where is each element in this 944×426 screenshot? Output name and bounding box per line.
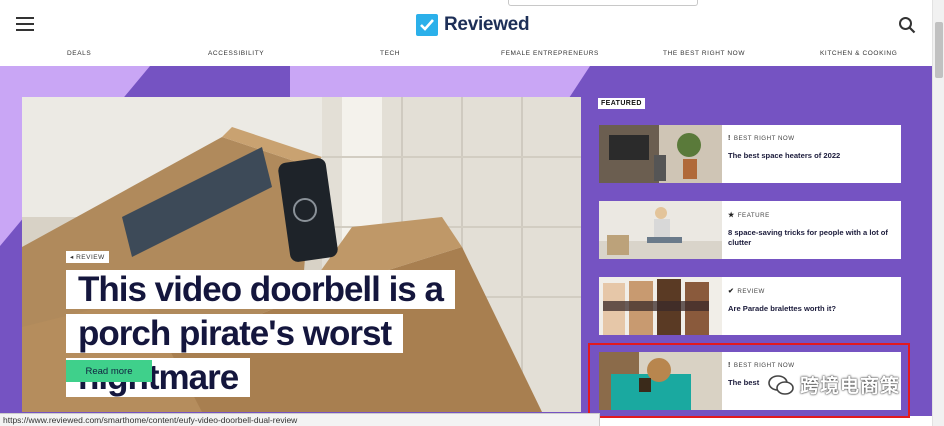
card-image bbox=[599, 352, 722, 410]
card-type: ! BEST RIGHT NOW bbox=[728, 362, 795, 369]
category-nav: DEALS ACCESSIBILITY TECH FEMALE ENTREPRE… bbox=[0, 48, 932, 66]
nav-the-best-right-now[interactable]: THE BEST RIGHT NOW bbox=[663, 50, 745, 57]
menu-icon[interactable] bbox=[16, 17, 34, 31]
exclamation-icon: ! bbox=[728, 135, 731, 142]
vertical-scrollbar[interactable] bbox=[932, 0, 944, 426]
card-image bbox=[599, 277, 722, 335]
card-type: ! BEST RIGHT NOW bbox=[728, 135, 795, 142]
card-title: 8 space-saving tricks for people with a … bbox=[728, 228, 888, 247]
featured-card-4[interactable]: ! BEST RIGHT NOW The best bbox=[599, 352, 901, 410]
logo-text: Reviewed bbox=[444, 14, 530, 35]
site-logo[interactable]: Reviewed bbox=[416, 13, 530, 37]
site-header: Reviewed bbox=[0, 0, 932, 48]
nav-female-entrepreneurs[interactable]: FEMALE ENTREPRENEURS bbox=[501, 50, 599, 57]
featured-card-1[interactable]: ! BEST RIGHT NOW The best space heaters o… bbox=[599, 125, 901, 183]
card-title: The best bbox=[728, 378, 760, 387]
popup-edge bbox=[508, 0, 698, 6]
search-icon[interactable] bbox=[898, 16, 916, 34]
featured-label: FEATURED bbox=[598, 98, 645, 109]
hero-tag: ◂ REVIEW bbox=[66, 251, 109, 263]
check-logo-icon bbox=[416, 14, 438, 36]
check-icon: ✔ bbox=[728, 288, 735, 295]
card-type: ✔ REVIEW bbox=[728, 287, 765, 296]
card-title: The best space heaters of 2022 bbox=[728, 151, 841, 160]
card-image bbox=[599, 125, 722, 183]
nav-kitchen-cooking[interactable]: KITCHEN & COOKING bbox=[820, 50, 897, 57]
scrollbar-thumb[interactable] bbox=[935, 22, 943, 78]
star-icon: ★ bbox=[728, 212, 735, 219]
decor-strip bbox=[290, 66, 590, 98]
status-bar-url: https://www.reviewed.com/smarthome/conte… bbox=[0, 413, 600, 426]
nav-tech[interactable]: TECH bbox=[380, 50, 400, 57]
card-image bbox=[599, 201, 722, 259]
card-type: ★ FEATURE bbox=[728, 211, 770, 220]
nav-accessibility[interactable]: ACCESSIBILITY bbox=[208, 50, 264, 57]
read-more-button[interactable]: Read more bbox=[66, 360, 152, 382]
featured-card-3[interactable]: ✔ REVIEW Are Parade bralettes worth it? bbox=[599, 277, 901, 335]
featured-card-2[interactable]: ★ FEATURE 8 space-saving tricks for peopl… bbox=[599, 201, 901, 259]
nav-deals[interactable]: DEALS bbox=[67, 50, 91, 57]
exclamation-icon: ! bbox=[728, 362, 731, 369]
card-title: Are Parade bralettes worth it? bbox=[728, 304, 837, 313]
